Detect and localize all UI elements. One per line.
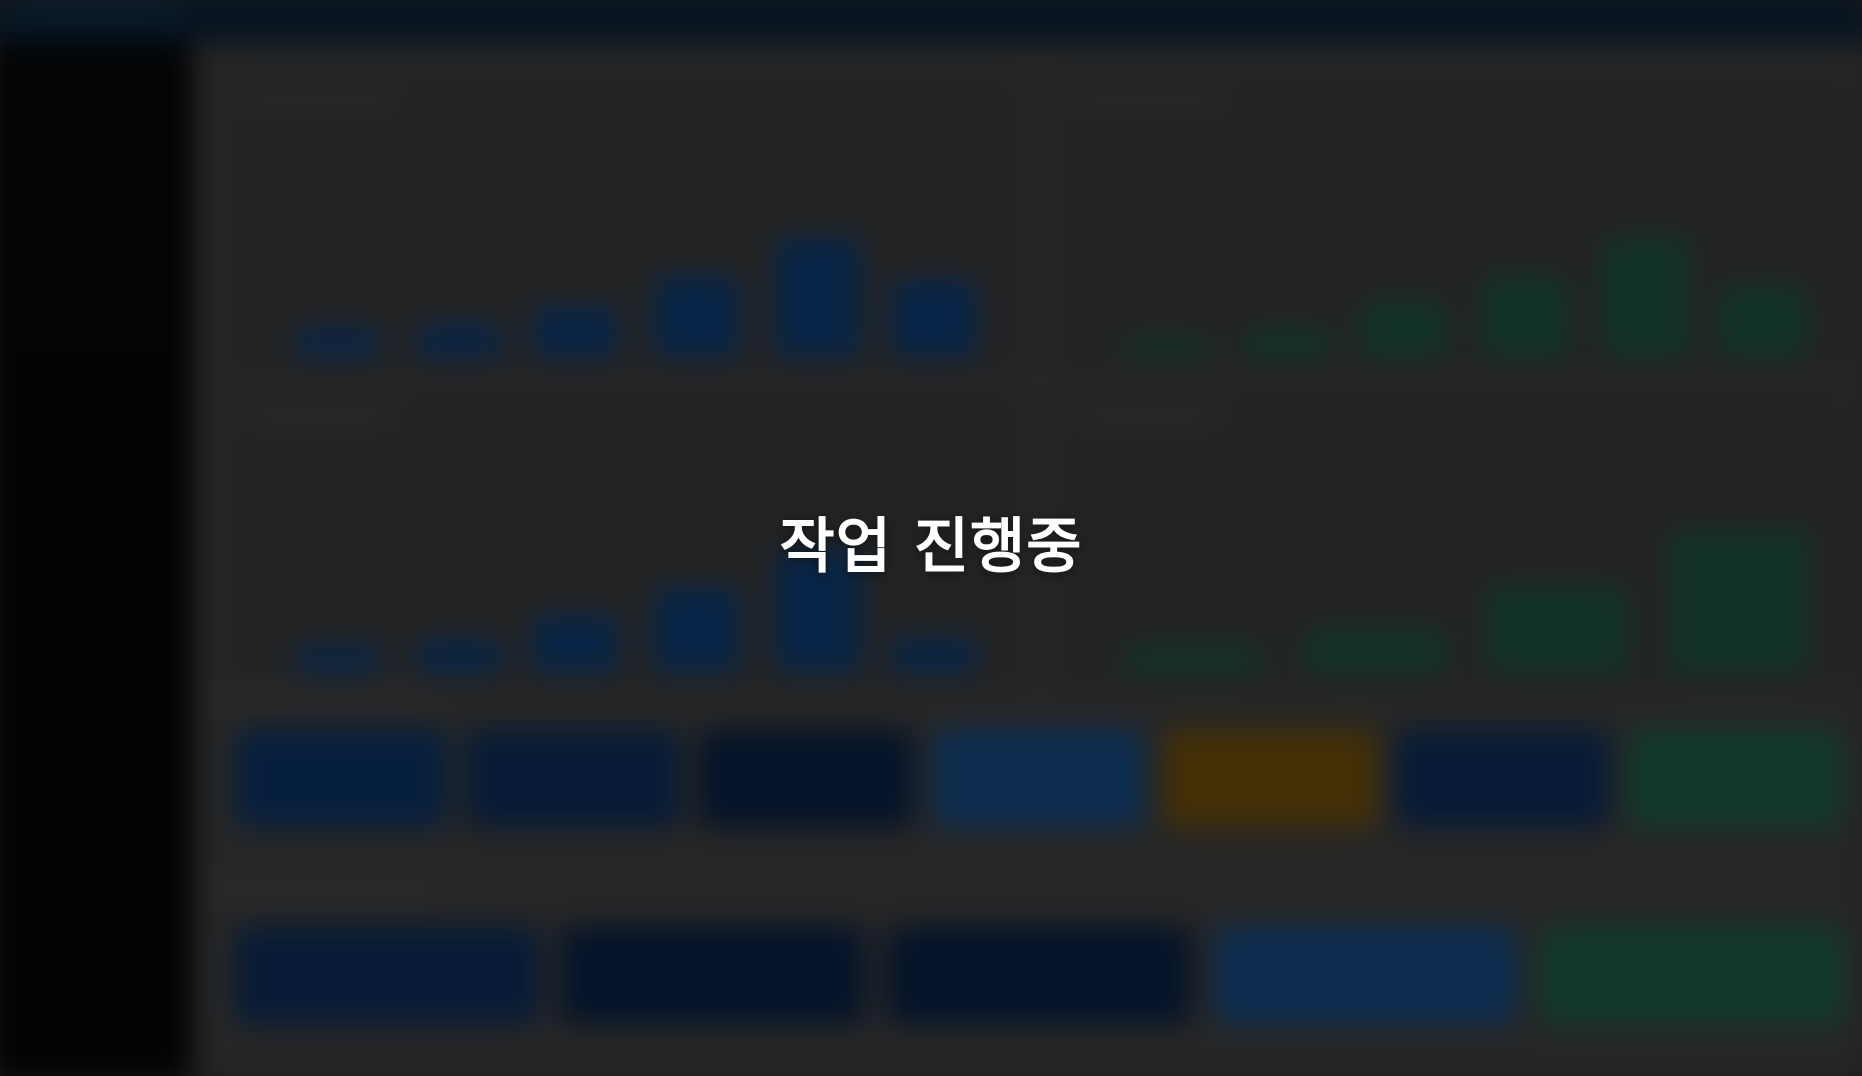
loading-status-text: 작업 진행중 (779, 512, 1083, 582)
app: 작업 진행중 (0, 0, 1862, 1076)
